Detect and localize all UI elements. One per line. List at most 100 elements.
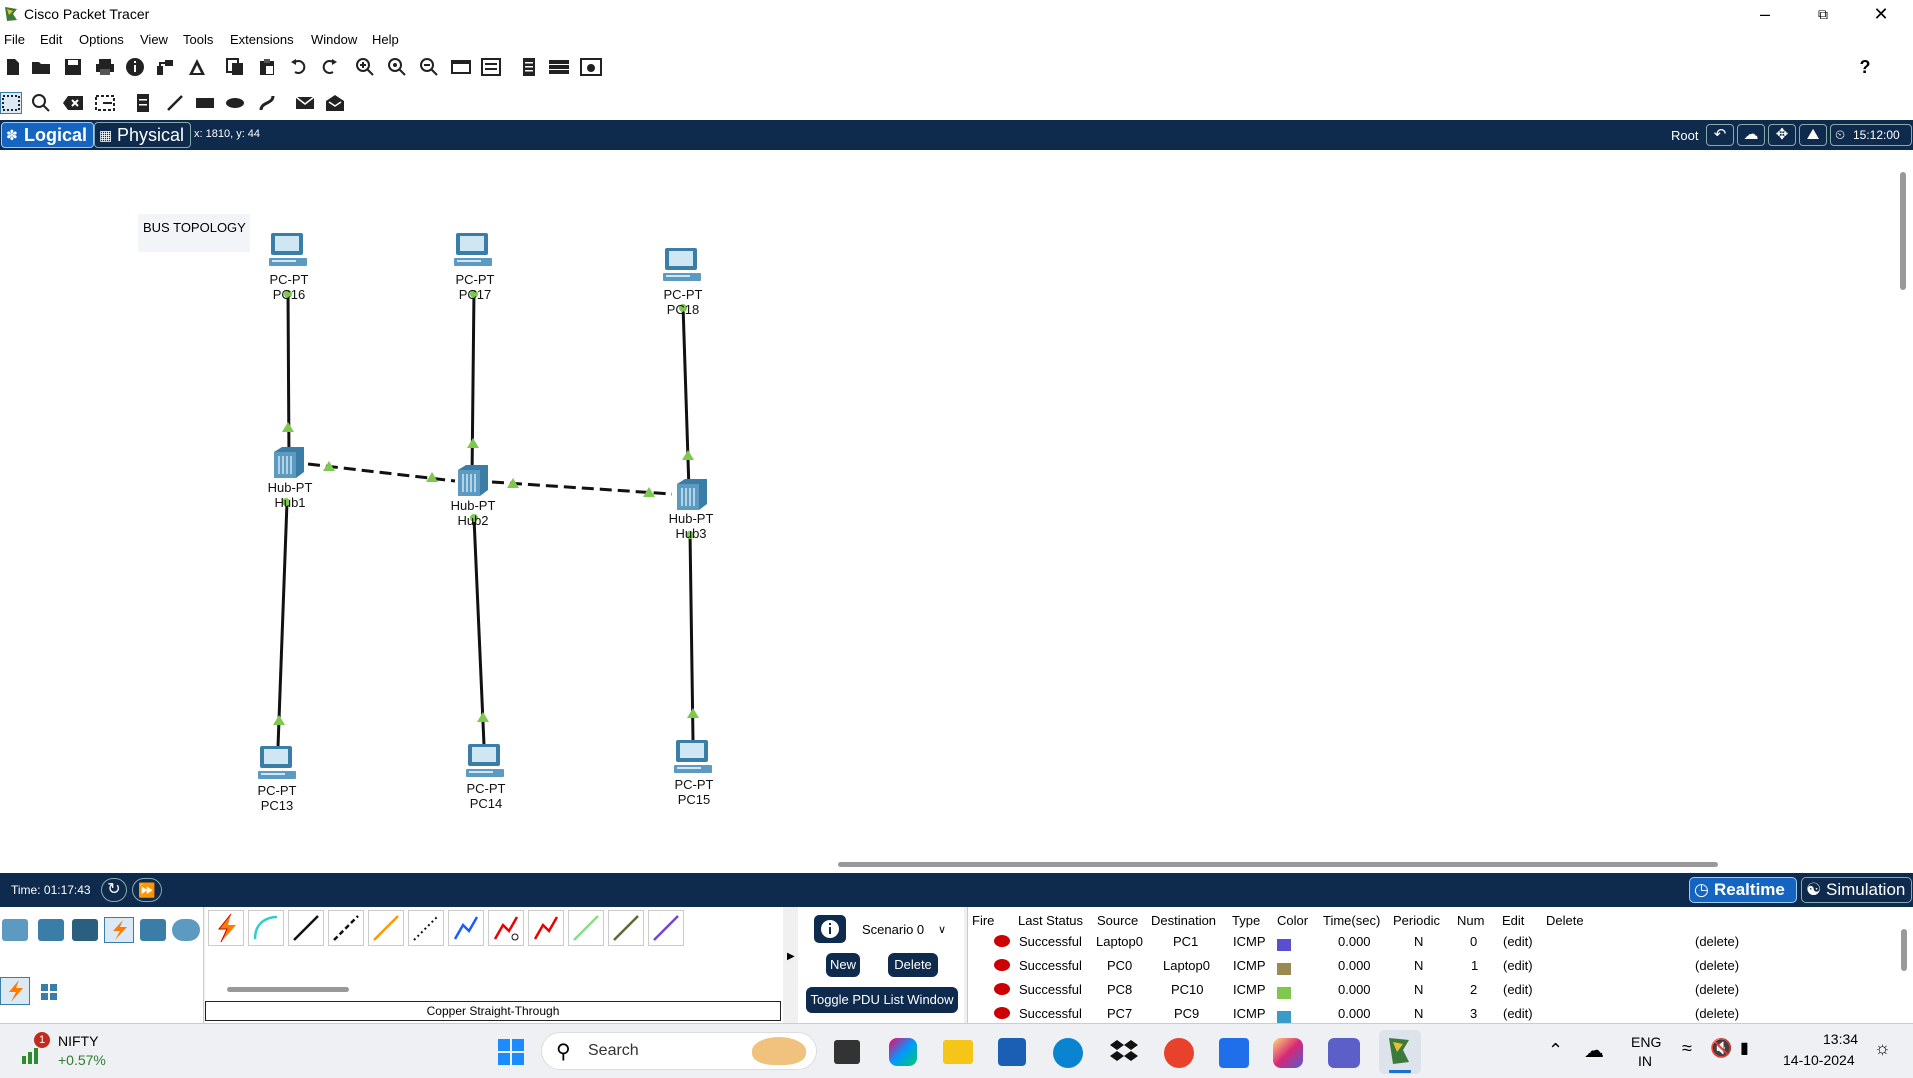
battery-icon[interactable]: ▮ bbox=[1740, 1038, 1749, 1058]
draw-ellipse-icon[interactable] bbox=[224, 92, 246, 114]
activity-wizard-icon[interactable] bbox=[186, 56, 208, 78]
close-icon[interactable]: ✕ bbox=[1852, 0, 1910, 30]
octal-cable-icon[interactable] bbox=[568, 910, 604, 946]
microsoft-store-icon[interactable] bbox=[998, 1038, 1026, 1066]
hub3-name-label[interactable]: Hub3 bbox=[651, 526, 731, 541]
serial-dte-icon[interactable] bbox=[528, 910, 564, 946]
fire-icon[interactable] bbox=[994, 935, 1010, 947]
auto-connection-icon[interactable] bbox=[208, 910, 244, 946]
pc13-name-label[interactable]: PC13 bbox=[237, 798, 317, 813]
print-icon[interactable] bbox=[94, 56, 116, 78]
notifications-icon[interactable]: ☼ bbox=[1874, 1038, 1891, 1059]
taskbar-date[interactable]: 14-10-2024 bbox=[1783, 1052, 1855, 1068]
redo-icon[interactable] bbox=[318, 56, 340, 78]
menu-window[interactable]: Window bbox=[311, 32, 357, 47]
palette-scrollbar[interactable] bbox=[227, 987, 349, 992]
pc18-icon[interactable] bbox=[662, 247, 704, 283]
pdu-table-scrollbar[interactable] bbox=[1901, 929, 1907, 971]
grid-icon[interactable] bbox=[40, 983, 58, 1001]
row-delete-link[interactable]: (delete) bbox=[1695, 982, 1739, 997]
stock-widget-icon[interactable]: 1 bbox=[18, 1032, 52, 1066]
network-devices-icon[interactable] bbox=[2, 919, 28, 941]
onedrive-icon[interactable]: ☁ bbox=[1584, 1038, 1604, 1063]
menu-file[interactable]: File bbox=[4, 32, 25, 47]
link-pc17-hub2[interactable] bbox=[470, 289, 476, 479]
custom-devices-icon[interactable] bbox=[480, 56, 502, 78]
scenario-select[interactable]: Scenario 0 ∨ bbox=[858, 919, 948, 941]
link-pc18-hub3[interactable] bbox=[681, 304, 691, 491]
packet-tracer-taskbar-icon[interactable] bbox=[1379, 1030, 1421, 1074]
background-icon[interactable]: ⛰ bbox=[1799, 124, 1827, 146]
taskbar-search-box[interactable]: ⚲ Search bbox=[541, 1032, 817, 1070]
info-icon[interactable] bbox=[124, 56, 146, 78]
tab-logical[interactable]: ✽ Logical bbox=[1, 122, 95, 148]
link-hub2-pc14[interactable] bbox=[472, 517, 486, 746]
freeform-icon[interactable] bbox=[256, 92, 278, 114]
copilot-icon[interactable] bbox=[889, 1038, 917, 1066]
chevron-up-icon[interactable]: ⌃ bbox=[1548, 1040, 1563, 1061]
code-editor-icon[interactable] bbox=[1219, 1038, 1249, 1068]
menu-view[interactable]: View bbox=[140, 32, 168, 47]
clock-button[interactable]: ⏲ 15:12:00 bbox=[1830, 124, 1912, 146]
instagram-icon[interactable] bbox=[1273, 1038, 1303, 1068]
multiuser-icon[interactable] bbox=[172, 919, 200, 941]
menu-tools[interactable]: Tools bbox=[183, 32, 213, 47]
drawing-palette-icon[interactable] bbox=[450, 56, 472, 78]
copy-icon[interactable] bbox=[224, 56, 246, 78]
menu-help[interactable]: Help bbox=[372, 32, 399, 47]
hub1-name-label[interactable]: Hub1 bbox=[250, 495, 330, 510]
fast-forward-icon[interactable]: ⏩ bbox=[132, 878, 162, 902]
row-delete-link[interactable]: (delete) bbox=[1695, 958, 1739, 973]
delete-scenario-button[interactable]: Delete bbox=[888, 953, 938, 977]
minimize-icon[interactable]: – bbox=[1736, 0, 1794, 30]
undo-icon[interactable] bbox=[288, 56, 310, 78]
draw-rectangle-icon[interactable] bbox=[194, 92, 216, 114]
row-edit-link[interactable]: (edit) bbox=[1503, 934, 1533, 949]
language-line-1[interactable]: ENG bbox=[1631, 1034, 1661, 1050]
teams-icon[interactable] bbox=[1328, 1038, 1360, 1068]
link-hub1-pc13[interactable] bbox=[276, 501, 289, 748]
viewport-icon[interactable] bbox=[580, 56, 602, 78]
pc14-icon[interactable] bbox=[465, 743, 507, 779]
horizontal-scrollbar[interactable] bbox=[838, 862, 1718, 867]
add-complex-pdu-icon[interactable] bbox=[324, 92, 346, 114]
add-simple-pdu-icon[interactable] bbox=[294, 92, 316, 114]
pc17-name-label[interactable]: PC17 bbox=[435, 287, 515, 302]
end-devices-icon[interactable] bbox=[38, 919, 64, 941]
link-pc16-hub1[interactable] bbox=[286, 289, 291, 463]
move-icon[interactable]: ✥ bbox=[1768, 124, 1796, 146]
realtime-mode-button[interactable]: ◷ Realtime bbox=[1689, 877, 1797, 903]
resize-shape-icon[interactable] bbox=[94, 92, 116, 114]
menu-edit[interactable]: Edit bbox=[40, 32, 62, 47]
select-icon[interactable] bbox=[0, 92, 22, 114]
language-line-2[interactable]: IN bbox=[1638, 1053, 1652, 1069]
wps-office-icon[interactable] bbox=[1164, 1038, 1194, 1068]
fiber-icon[interactable] bbox=[368, 910, 404, 946]
file-explorer-icon[interactable] bbox=[943, 1040, 973, 1064]
pc16-name-label[interactable]: PC16 bbox=[249, 287, 329, 302]
windows-start-icon[interactable] bbox=[497, 1038, 525, 1066]
help-icon[interactable]: ? bbox=[1854, 56, 1876, 78]
simulation-mode-button[interactable]: ☯ Simulation bbox=[1801, 877, 1912, 903]
hub1-icon[interactable] bbox=[270, 446, 306, 480]
volume-muted-icon[interactable]: 🔇 bbox=[1710, 1038, 1732, 1059]
components-icon[interactable] bbox=[72, 919, 98, 941]
network-info-icon[interactable] bbox=[154, 56, 176, 78]
pc18-name-label[interactable]: PC18 bbox=[643, 302, 723, 317]
open-folder-icon[interactable] bbox=[30, 56, 52, 78]
iot-custom-cable-icon[interactable] bbox=[608, 910, 644, 946]
pc17-icon[interactable] bbox=[453, 232, 495, 268]
phone-cable-icon[interactable] bbox=[408, 910, 444, 946]
hub3-icon[interactable] bbox=[673, 478, 709, 512]
menu-options[interactable]: Options bbox=[79, 32, 124, 47]
pc15-name-label[interactable]: PC15 bbox=[654, 792, 734, 807]
copper-straight-through-icon[interactable] bbox=[288, 910, 324, 946]
new-file-icon[interactable] bbox=[2, 56, 24, 78]
inspect-icon[interactable] bbox=[30, 92, 52, 114]
paste-icon[interactable] bbox=[256, 56, 278, 78]
scenario-info-button[interactable] bbox=[814, 915, 846, 943]
console-cable-icon[interactable] bbox=[248, 910, 284, 946]
coaxial-icon[interactable] bbox=[448, 910, 484, 946]
pc15-icon[interactable] bbox=[673, 739, 715, 775]
fire-icon[interactable] bbox=[994, 983, 1010, 995]
